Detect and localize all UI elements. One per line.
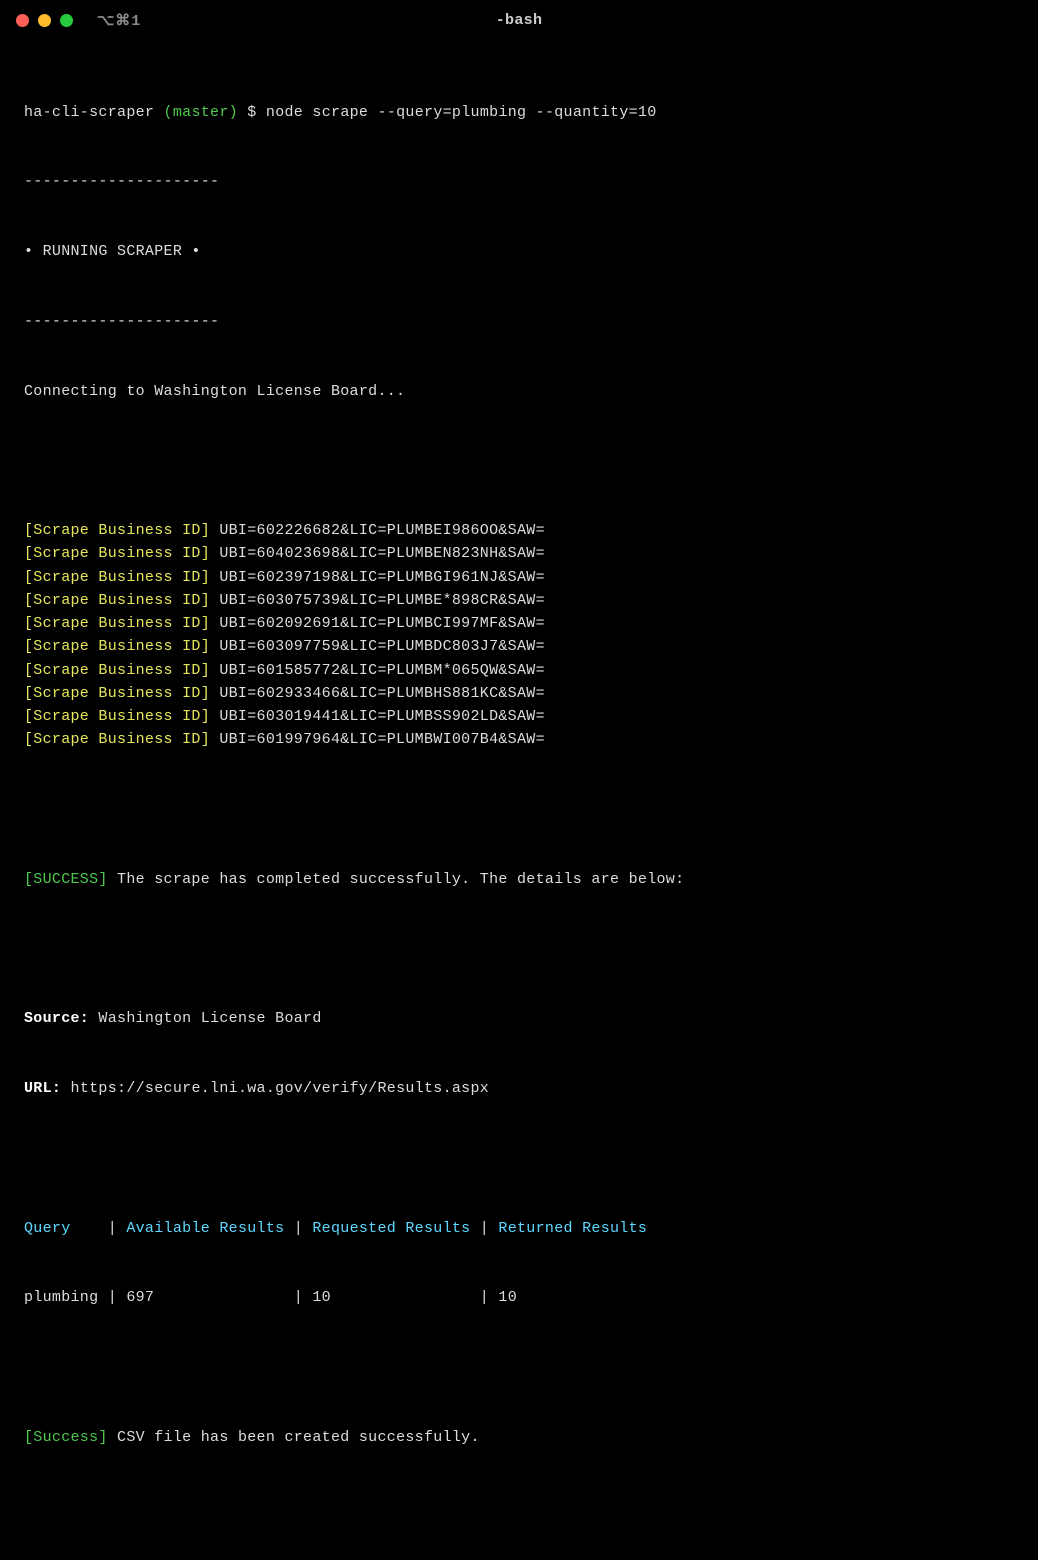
scrape-tag: [Scrape Business ID]: [24, 615, 210, 632]
scrape-tag: [Scrape Business ID]: [24, 592, 210, 609]
blank-line: [24, 449, 1014, 472]
scrape-value: UBI=601585772&LIC=PLUMBM*065QW&SAW=: [210, 662, 545, 679]
scrape-value: UBI=603097759&LIC=PLUMBDC803J7&SAW=: [210, 638, 545, 655]
blank-line: [24, 798, 1014, 821]
scrape-tag: [Scrape Business ID]: [24, 545, 210, 562]
scrape-tag: [Scrape Business ID]: [24, 731, 210, 748]
table-row: plumbing | 697 | 10 | 10: [24, 1286, 1014, 1309]
col-query: Query: [24, 1220, 98, 1237]
command-text: node scrape --query=plumbing --quantity=…: [266, 104, 657, 121]
prompt-symbol: $: [247, 104, 256, 121]
minimize-icon[interactable]: [38, 14, 51, 27]
scrape-line: [Scrape Business ID] UBI=602092691&LIC=P…: [24, 612, 1014, 635]
scrape-tag: [Scrape Business ID]: [24, 708, 210, 725]
success-text: CSV file has been created successfully.: [108, 1429, 480, 1446]
url-line: URL: https://secure.lni.wa.gov/verify/Re…: [24, 1077, 1014, 1100]
maximize-icon[interactable]: [60, 14, 73, 27]
source-line: Source: Washington License Board: [24, 1007, 1014, 1030]
blank-line: [24, 1496, 1014, 1519]
source-value: Washington License Board: [89, 1010, 322, 1027]
scrape-line: [Scrape Business ID] UBI=602397198&LIC=P…: [24, 566, 1014, 589]
terminal[interactable]: ha-cli-scraper (master) $ node scrape --…: [0, 40, 1038, 1560]
window-title: -bash: [496, 12, 543, 29]
scrape-value: UBI=602092691&LIC=PLUMBCI997MF&SAW=: [210, 615, 545, 632]
scrape-line: [Scrape Business ID] UBI=603019441&LIC=P…: [24, 705, 1014, 728]
scrape-line: [Scrape Business ID] UBI=601997964&LIC=P…: [24, 728, 1014, 751]
scrape-value: UBI=603075739&LIC=PLUMBE*898CR&SAW=: [210, 592, 545, 609]
scrape-tag: [Scrape Business ID]: [24, 522, 210, 539]
divider-line: ---------------------: [24, 170, 1014, 193]
success-line: [SUCCESS] The scrape has completed succe…: [24, 868, 1014, 891]
scrape-tag: [Scrape Business ID]: [24, 638, 210, 655]
title-bar: ⌥⌘1 -bash: [0, 0, 1038, 40]
cell-returned: 10: [498, 1289, 517, 1306]
traffic-lights: [16, 14, 73, 27]
cell-available: 697: [126, 1289, 284, 1306]
cell-requested: 10: [312, 1289, 470, 1306]
success-tag: [SUCCESS]: [24, 871, 108, 888]
blank-line: [24, 938, 1014, 961]
success-text: The scrape has completed successfully. T…: [108, 871, 685, 888]
prompt-line: ha-cli-scraper (master) $ node scrape --…: [24, 101, 1014, 124]
banner-line: • RUNNING SCRAPER •: [24, 240, 1014, 263]
success-csv-line: [Success] CSV file has been created succ…: [24, 1426, 1014, 1449]
cell-query: plumbing: [24, 1289, 98, 1306]
col-available: Available Results: [126, 1220, 284, 1237]
scrape-value: UBI=604023698&LIC=PLUMBEN823NH&SAW=: [210, 545, 545, 562]
scrape-value: UBI=602226682&LIC=PLUMBEI986OO&SAW=: [210, 522, 545, 539]
scrape-value: UBI=602933466&LIC=PLUMBHS881KC&SAW=: [210, 685, 545, 702]
scrape-line: [Scrape Business ID] UBI=602226682&LIC=P…: [24, 519, 1014, 542]
col-requested: Requested Results: [312, 1220, 470, 1237]
success-tag: [Success]: [24, 1429, 108, 1446]
prompt-branch: (master): [164, 104, 238, 121]
scrape-tag: [Scrape Business ID]: [24, 685, 210, 702]
divider-line: ---------------------: [24, 310, 1014, 333]
url-value: https://secure.lni.wa.gov/verify/Results…: [61, 1080, 489, 1097]
scrape-line: [Scrape Business ID] UBI=603075739&LIC=P…: [24, 589, 1014, 612]
scrape-tag: [Scrape Business ID]: [24, 569, 210, 586]
scrape-line: [Scrape Business ID] UBI=601585772&LIC=P…: [24, 659, 1014, 682]
scrape-value: UBI=602397198&LIC=PLUMBGI961NJ&SAW=: [210, 569, 545, 586]
blank-line: [24, 1147, 1014, 1170]
prompt-dir: ha-cli-scraper: [24, 104, 154, 121]
table-header: Query | Available Results | Requested Re…: [24, 1217, 1014, 1240]
col-returned: Returned Results: [498, 1220, 647, 1237]
blank-line: [24, 1356, 1014, 1379]
close-icon[interactable]: [16, 14, 29, 27]
url-label: URL:: [24, 1080, 61, 1097]
scrape-value: UBI=603019441&LIC=PLUMBSS902LD&SAW=: [210, 708, 545, 725]
source-label: Source:: [24, 1010, 89, 1027]
scrape-line: [Scrape Business ID] UBI=602933466&LIC=P…: [24, 682, 1014, 705]
scrape-line: [Scrape Business ID] UBI=604023698&LIC=P…: [24, 542, 1014, 565]
connecting-line: Connecting to Washington License Board..…: [24, 380, 1014, 403]
scrape-line: [Scrape Business ID] UBI=603097759&LIC=P…: [24, 635, 1014, 658]
scrape-value: UBI=601997964&LIC=PLUMBWI007B4&SAW=: [210, 731, 545, 748]
scrape-tag: [Scrape Business ID]: [24, 662, 210, 679]
tab-indicator: ⌥⌘1: [97, 11, 141, 30]
